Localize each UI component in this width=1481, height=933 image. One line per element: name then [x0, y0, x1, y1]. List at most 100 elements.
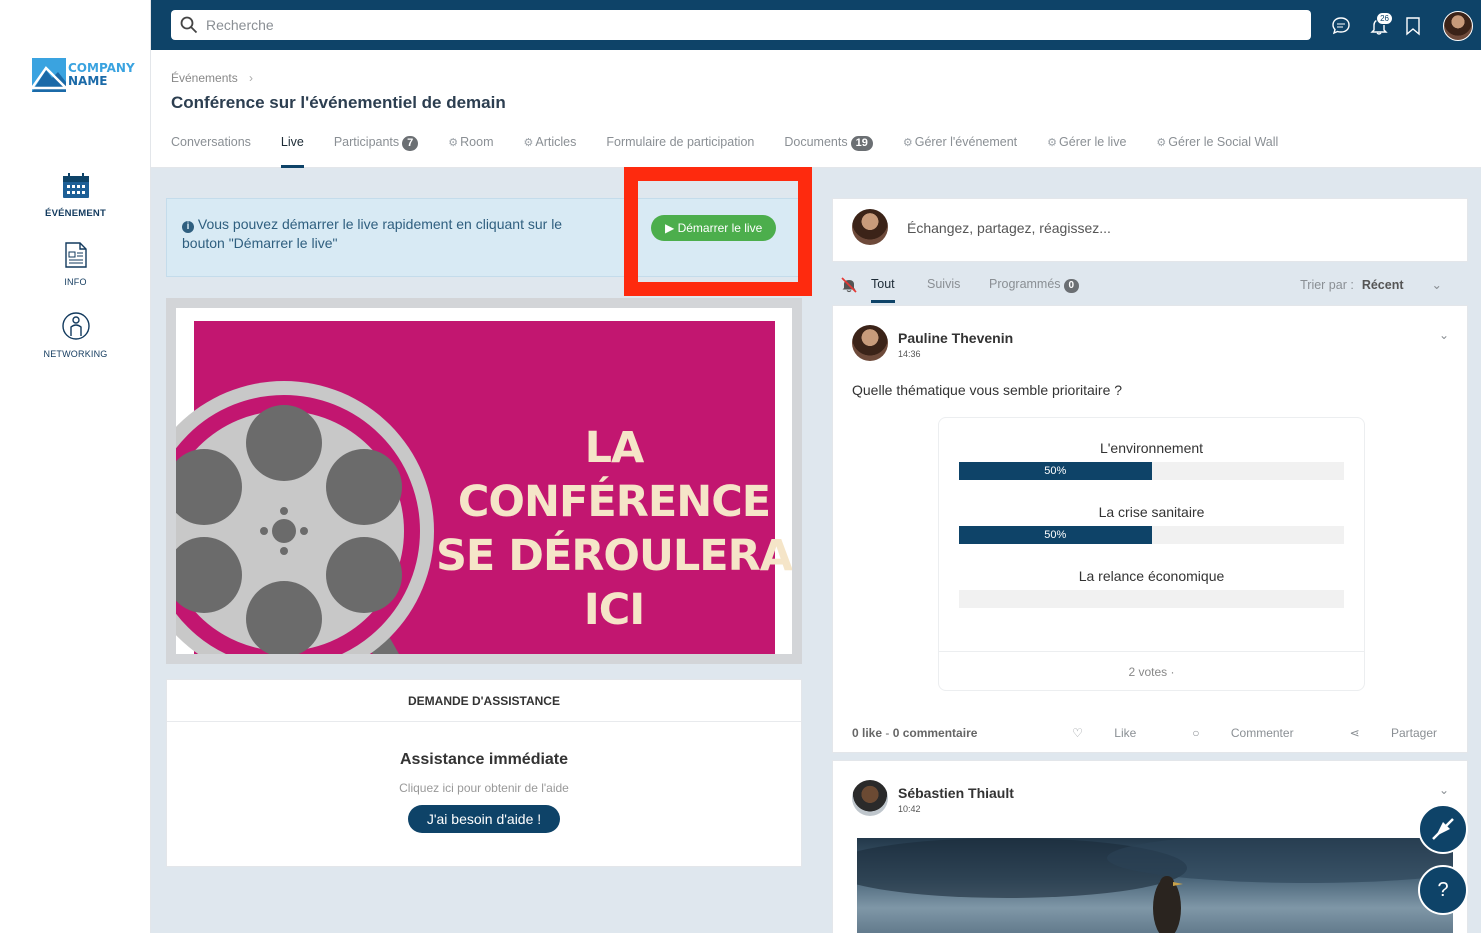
- chevron-down-icon: ⌄: [1431, 278, 1442, 292]
- bookmark-icon: [1406, 17, 1420, 36]
- sidebar-item-label: ÉVÉNEMENT: [45, 208, 106, 219]
- chat-button[interactable]: [1327, 12, 1355, 40]
- composer-avatar: [852, 209, 888, 245]
- sidebar-item-info[interactable]: INFO: [0, 242, 151, 287]
- poll-fill: 50%: [959, 462, 1152, 480]
- sort-control[interactable]: Trier par : Récent ⌄: [1300, 277, 1442, 292]
- feed-tab-programmes[interactable]: Programmés 0: [989, 277, 1080, 302]
- live-info-text: Vous pouvez démarrer le live rapidement …: [182, 216, 563, 251]
- comment-count[interactable]: 0 commentaire: [893, 726, 978, 740]
- highlight-box: [624, 167, 812, 296]
- poster-line: ICI: [583, 585, 646, 635]
- sidebar-item-networking[interactable]: NETWORKING: [0, 312, 151, 359]
- gear-icon: ⚙: [523, 137, 534, 149]
- video-off-icon: [1432, 818, 1454, 840]
- assistance-panel: DEMANDE D'ASSISTANCE Assistance immédiat…: [166, 679, 802, 867]
- document-icon: [64, 242, 87, 268]
- tab-articles[interactable]: ⚙ Articles: [524, 134, 577, 168]
- assistance-subtitle: Cliquez ici pour obtenir de l'aide: [399, 781, 569, 795]
- search-icon: [180, 16, 198, 34]
- tab-gerer-social-wall[interactable]: ⚙ Gérer le Social Wall: [1156, 134, 1278, 168]
- post-stats: 0 like - 0 commentaire: [852, 726, 978, 740]
- documents-count-badge: 19: [850, 136, 873, 151]
- assistance-header: DEMANDE D'ASSISTANCE: [167, 680, 801, 722]
- breadcrumb-item-evenements[interactable]: Événements: [171, 71, 238, 85]
- tab-gerer-live[interactable]: ⚙ Gérer le live: [1047, 134, 1126, 168]
- poll-votes: 2 votes ·: [939, 651, 1364, 679]
- tab-participants[interactable]: Participants 7: [334, 134, 419, 168]
- notifications-button[interactable]: 26: [1365, 12, 1393, 40]
- chevron-right-icon: ›: [249, 71, 254, 85]
- compose-input[interactable]: [907, 220, 1407, 236]
- tab-conversations[interactable]: Conversations: [171, 134, 251, 168]
- event-tabs: Conversations Live Participants 7 ⚙ Room ⚙…: [171, 134, 1308, 168]
- poll-fill: 50%: [959, 526, 1152, 544]
- notifications-off-icon[interactable]: [840, 276, 858, 294]
- post-author[interactable]: Pauline Thevenin: [898, 330, 1013, 346]
- feed-post: Pauline Thevenin 14:36 ⌄ Quelle thématiq…: [832, 305, 1468, 753]
- author-avatar[interactable]: [852, 780, 888, 816]
- poll: L'environnement 50% La crise sanitaire 5…: [938, 417, 1365, 691]
- logo-mark-icon: [32, 58, 66, 92]
- gear-icon: ⚙: [1156, 137, 1167, 149]
- live-video-frame[interactable]: LA CONFÉRENCE SE DÉROULERA ICI: [166, 298, 802, 664]
- poll-option[interactable]: La relance économique: [959, 568, 1344, 608]
- poster-line: CONFÉRENCE: [457, 477, 771, 527]
- chat-icon: [1332, 17, 1350, 35]
- help-floating-button[interactable]: ?: [1418, 865, 1468, 915]
- user-avatar[interactable]: [1443, 11, 1473, 41]
- programmes-count-badge: 0: [1063, 279, 1080, 293]
- question-icon: ?: [1437, 878, 1449, 901]
- sort-label: Trier par :: [1300, 278, 1354, 292]
- person-icon: [61, 312, 90, 340]
- top-bar: 26: [151, 0, 1481, 50]
- compose-box: [832, 198, 1468, 262]
- sidebar: COMPANY NAME ÉVÉNEMENT INFO NETWORKING: [0, 0, 151, 933]
- heart-icon: ♡: [1072, 726, 1083, 740]
- tab-formulaire[interactable]: Formulaire de participation: [606, 134, 754, 168]
- poll-question: Quelle thématique vous semble prioritair…: [852, 382, 1123, 398]
- company-logo[interactable]: COMPANY NAME: [32, 58, 135, 92]
- poster-line: SE DÉROULERA: [435, 531, 792, 581]
- poster-line: LA: [584, 423, 645, 473]
- info-icon: i: [182, 221, 194, 233]
- tab-gerer-evenement[interactable]: ⚙ Gérer l'événement: [903, 134, 1017, 168]
- tab-documents[interactable]: Documents 19: [784, 134, 873, 168]
- calendar-icon: [62, 173, 89, 198]
- post-author[interactable]: Sébastien Thiault: [898, 785, 1014, 801]
- bird-photo: [857, 838, 1453, 933]
- mute-floating-button[interactable]: [1418, 804, 1468, 854]
- post-image[interactable]: [857, 838, 1453, 933]
- post-time: 10:42: [898, 804, 921, 814]
- like-count[interactable]: 0 like: [852, 726, 882, 740]
- feed-tab-suivis[interactable]: Suivis: [927, 277, 960, 302]
- search-input[interactable]: [206, 17, 1206, 33]
- post-time: 14:36: [898, 349, 921, 359]
- poll-option[interactable]: La crise sanitaire 50%: [959, 504, 1344, 544]
- feed-tab-tout[interactable]: Tout: [871, 277, 895, 303]
- sort-value: Récent: [1361, 278, 1404, 292]
- logo-text-line2: NAME: [68, 74, 108, 88]
- chevron-down-icon[interactable]: ⌄: [1439, 783, 1449, 797]
- search-bar[interactable]: [171, 10, 1311, 40]
- comment-button[interactable]: ○ Commenter: [1164, 726, 1293, 740]
- author-avatar[interactable]: [852, 325, 888, 361]
- bookmarks-button[interactable]: [1399, 12, 1427, 40]
- like-button[interactable]: ♡ Like: [1044, 726, 1136, 740]
- feed-post: Sébastien Thiault 10:42 ⌄: [832, 760, 1468, 933]
- sidebar-item-label: INFO: [64, 277, 87, 287]
- gear-icon: ⚙: [1047, 137, 1058, 149]
- sidebar-item-label: NETWORKING: [43, 349, 108, 359]
- tab-room[interactable]: ⚙ Room: [448, 134, 493, 168]
- chevron-down-icon[interactable]: ⌄: [1439, 328, 1449, 342]
- share-button[interactable]: ⋖ Partager: [1322, 726, 1437, 740]
- gear-icon: ⚙: [902, 137, 913, 149]
- live-placeholder-poster: LA CONFÉRENCE SE DÉROULERA ICI: [176, 321, 792, 654]
- notification-count-badge: 26: [1376, 12, 1393, 25]
- tab-live[interactable]: Live: [280, 134, 304, 168]
- need-help-button[interactable]: J'ai besoin d'aide !: [407, 805, 561, 833]
- sidebar-item-evenement[interactable]: ÉVÉNEMENT: [0, 173, 151, 219]
- page-title: Conférence sur l'événementiel de demain: [171, 93, 506, 112]
- poll-option[interactable]: L'environnement 50%: [959, 440, 1344, 480]
- participants-count-badge: 7: [402, 136, 419, 151]
